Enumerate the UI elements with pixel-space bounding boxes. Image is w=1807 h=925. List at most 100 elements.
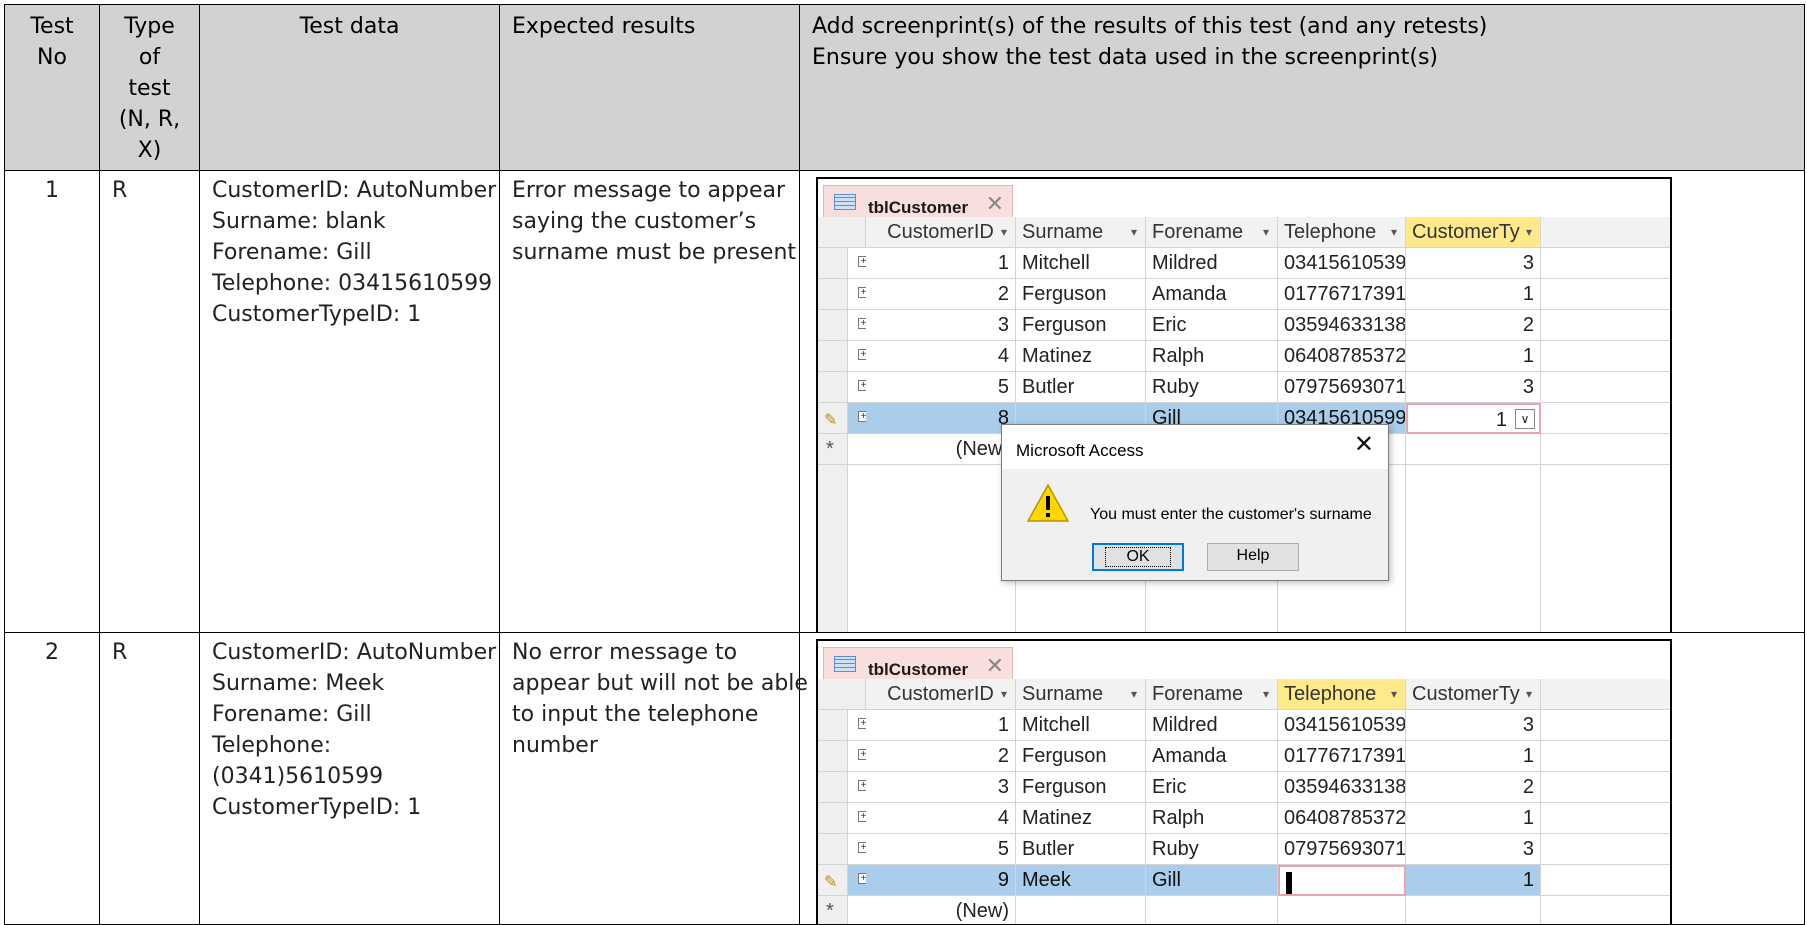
cell-id[interactable]: 8 <box>866 403 1016 434</box>
record-selector[interactable] <box>818 834 848 865</box>
record-selector[interactable]: * <box>818 896 848 924</box>
cell-surname[interactable]: Ferguson <box>1016 741 1146 772</box>
cell-type[interactable]: 3 <box>1406 372 1541 403</box>
column-header-type[interactable]: CustomerTy ▾ <box>1406 679 1541 710</box>
cell-empty[interactable] <box>1541 896 1670 924</box>
cell-id[interactable]: 2 <box>866 741 1016 772</box>
cell-forename[interactable]: Mildred <box>1146 710 1278 741</box>
record-selector[interactable] <box>818 772 848 803</box>
expand-icon[interactable]: + <box>858 873 866 884</box>
ok-button[interactable]: OK <box>1092 543 1184 571</box>
close-icon[interactable]: ✕ <box>986 650 1004 681</box>
cell-forename[interactable]: Amanda <box>1146 279 1278 310</box>
cell-type[interactable]: 2 <box>1406 310 1541 341</box>
cell-id[interactable]: 5 <box>866 834 1016 865</box>
expand-icon[interactable]: + <box>858 411 866 422</box>
cell-forename[interactable]: Eric <box>1146 772 1278 803</box>
close-icon[interactable]: ✕ <box>986 188 1004 219</box>
cell-empty[interactable] <box>1406 896 1541 924</box>
cell-id[interactable]: 3 <box>866 772 1016 803</box>
cell-surname[interactable]: Mitchell <box>1016 248 1146 279</box>
record-selector[interactable] <box>818 279 848 310</box>
expand-icon[interactable]: + <box>858 287 866 298</box>
record-selector[interactable] <box>818 710 848 741</box>
cell-telephone[interactable]: 03415610539 <box>1278 710 1406 741</box>
cell-forename[interactable]: Eric <box>1146 310 1278 341</box>
cell-telephone[interactable]: 03594633138 <box>1278 310 1406 341</box>
chevron-down-icon[interactable]: ∨ <box>1515 409 1535 429</box>
cell-surname[interactable]: Butler <box>1016 372 1146 403</box>
cell-id[interactable]: 5 <box>866 372 1016 403</box>
expand-icon[interactable]: + <box>858 718 866 729</box>
cell-id[interactable]: (New) <box>866 896 1016 924</box>
expand-icon[interactable]: + <box>858 380 866 391</box>
column-header-forename[interactable]: Forename ▾ <box>1146 679 1278 710</box>
expand-icon[interactable]: + <box>858 780 866 791</box>
cell-empty[interactable] <box>1016 896 1146 924</box>
cell-forename[interactable]: Ruby <box>1146 834 1278 865</box>
cell-telephone[interactable]: 06408785372 <box>1278 803 1406 834</box>
help-button[interactable]: Help <box>1207 543 1299 571</box>
cell-telephone[interactable]: 06408785372 <box>1278 341 1406 372</box>
cell-telephone[interactable]: 01776717391 <box>1278 741 1406 772</box>
dropdown-arrow-icon[interactable]: ▾ <box>1391 217 1397 247</box>
select-all-corner[interactable] <box>818 679 866 710</box>
dropdown-arrow-icon[interactable]: ▾ <box>1526 679 1532 709</box>
cell-surname[interactable]: Mitchell <box>1016 710 1146 741</box>
cell-type[interactable]: 1 <box>1406 341 1541 372</box>
dropdown-arrow-icon[interactable]: ▾ <box>1526 217 1532 247</box>
record-selector[interactable] <box>818 341 848 372</box>
cell-empty[interactable] <box>1146 896 1278 924</box>
cell-empty[interactable] <box>1541 434 1670 465</box>
cell-empty[interactable] <box>1406 434 1541 465</box>
cell-type[interactable]: 3 <box>1406 248 1541 279</box>
column-header-type[interactable]: CustomerTy ▾ <box>1406 217 1541 248</box>
dropdown-arrow-icon[interactable]: ▾ <box>1263 679 1269 709</box>
cell-type[interactable]: 1 <box>1406 741 1541 772</box>
cell-surname[interactable]: Ferguson <box>1016 279 1146 310</box>
dropdown-arrow-icon[interactable]: ▾ <box>1263 217 1269 247</box>
column-header-forename[interactable]: Forename ▾ <box>1146 217 1278 248</box>
cell-type[interactable]: 2 <box>1406 772 1541 803</box>
column-header-id[interactable]: CustomerID ▾ <box>866 217 1016 248</box>
cell-type[interactable]: 1 <box>1406 865 1541 896</box>
cell-id[interactable]: 4 <box>866 341 1016 372</box>
expand-icon[interactable]: + <box>858 318 866 329</box>
cell-surname[interactable]: Ferguson <box>1016 310 1146 341</box>
expand-icon[interactable]: + <box>858 749 866 760</box>
cell-forename[interactable]: Mildred <box>1146 248 1278 279</box>
close-icon[interactable]: ✕ <box>1354 429 1374 460</box>
cell-surname[interactable]: Matinez <box>1016 803 1146 834</box>
column-header-telephone[interactable]: Telephone ▾ <box>1278 679 1406 710</box>
expand-icon[interactable]: + <box>858 811 866 822</box>
table-tab[interactable]: tblCustomer ✕ <box>823 647 1013 679</box>
dropdown-arrow-icon[interactable]: ▾ <box>1001 217 1007 247</box>
cell-telephone[interactable]: 07975693071 <box>1278 834 1406 865</box>
record-selector[interactable]: ✎ <box>818 403 848 434</box>
cell-type[interactable]: 1 ∨ <box>1406 403 1541 434</box>
column-header-surname[interactable]: Surname ▾ <box>1016 217 1146 248</box>
dropdown-arrow-icon[interactable]: ▾ <box>1391 679 1397 709</box>
cell-empty[interactable] <box>1278 896 1406 924</box>
record-selector[interactable] <box>818 248 848 279</box>
cell-type[interactable]: 1 <box>1406 279 1541 310</box>
table-tab[interactable]: tblCustomer ✕ <box>823 185 1013 217</box>
record-selector[interactable]: ✎ <box>818 865 848 896</box>
cell-surname[interactable]: Butler <box>1016 834 1146 865</box>
cell-id[interactable]: 2 <box>866 279 1016 310</box>
cell-forename[interactable]: Ralph <box>1146 341 1278 372</box>
expand-icon[interactable]: + <box>858 842 866 853</box>
record-selector[interactable] <box>818 741 848 772</box>
dropdown-arrow-icon[interactable]: ▾ <box>1131 679 1137 709</box>
dropdown-arrow-icon[interactable]: ▾ <box>1001 679 1007 709</box>
column-header-id[interactable]: CustomerID ▾ <box>866 679 1016 710</box>
dropdown-arrow-icon[interactable]: ▾ <box>1131 217 1137 247</box>
cell-telephone[interactable]: 07975693071 <box>1278 372 1406 403</box>
cell-surname[interactable]: Matinez <box>1016 341 1146 372</box>
cell-telephone[interactable]: 01776717391 <box>1278 279 1406 310</box>
cell-id[interactable]: 9 <box>866 865 1016 896</box>
cell-type[interactable]: 3 <box>1406 710 1541 741</box>
cell-id[interactable]: 1 <box>866 710 1016 741</box>
cell-telephone[interactable]: 03594633138 <box>1278 772 1406 803</box>
cell-forename[interactable]: Ralph <box>1146 803 1278 834</box>
